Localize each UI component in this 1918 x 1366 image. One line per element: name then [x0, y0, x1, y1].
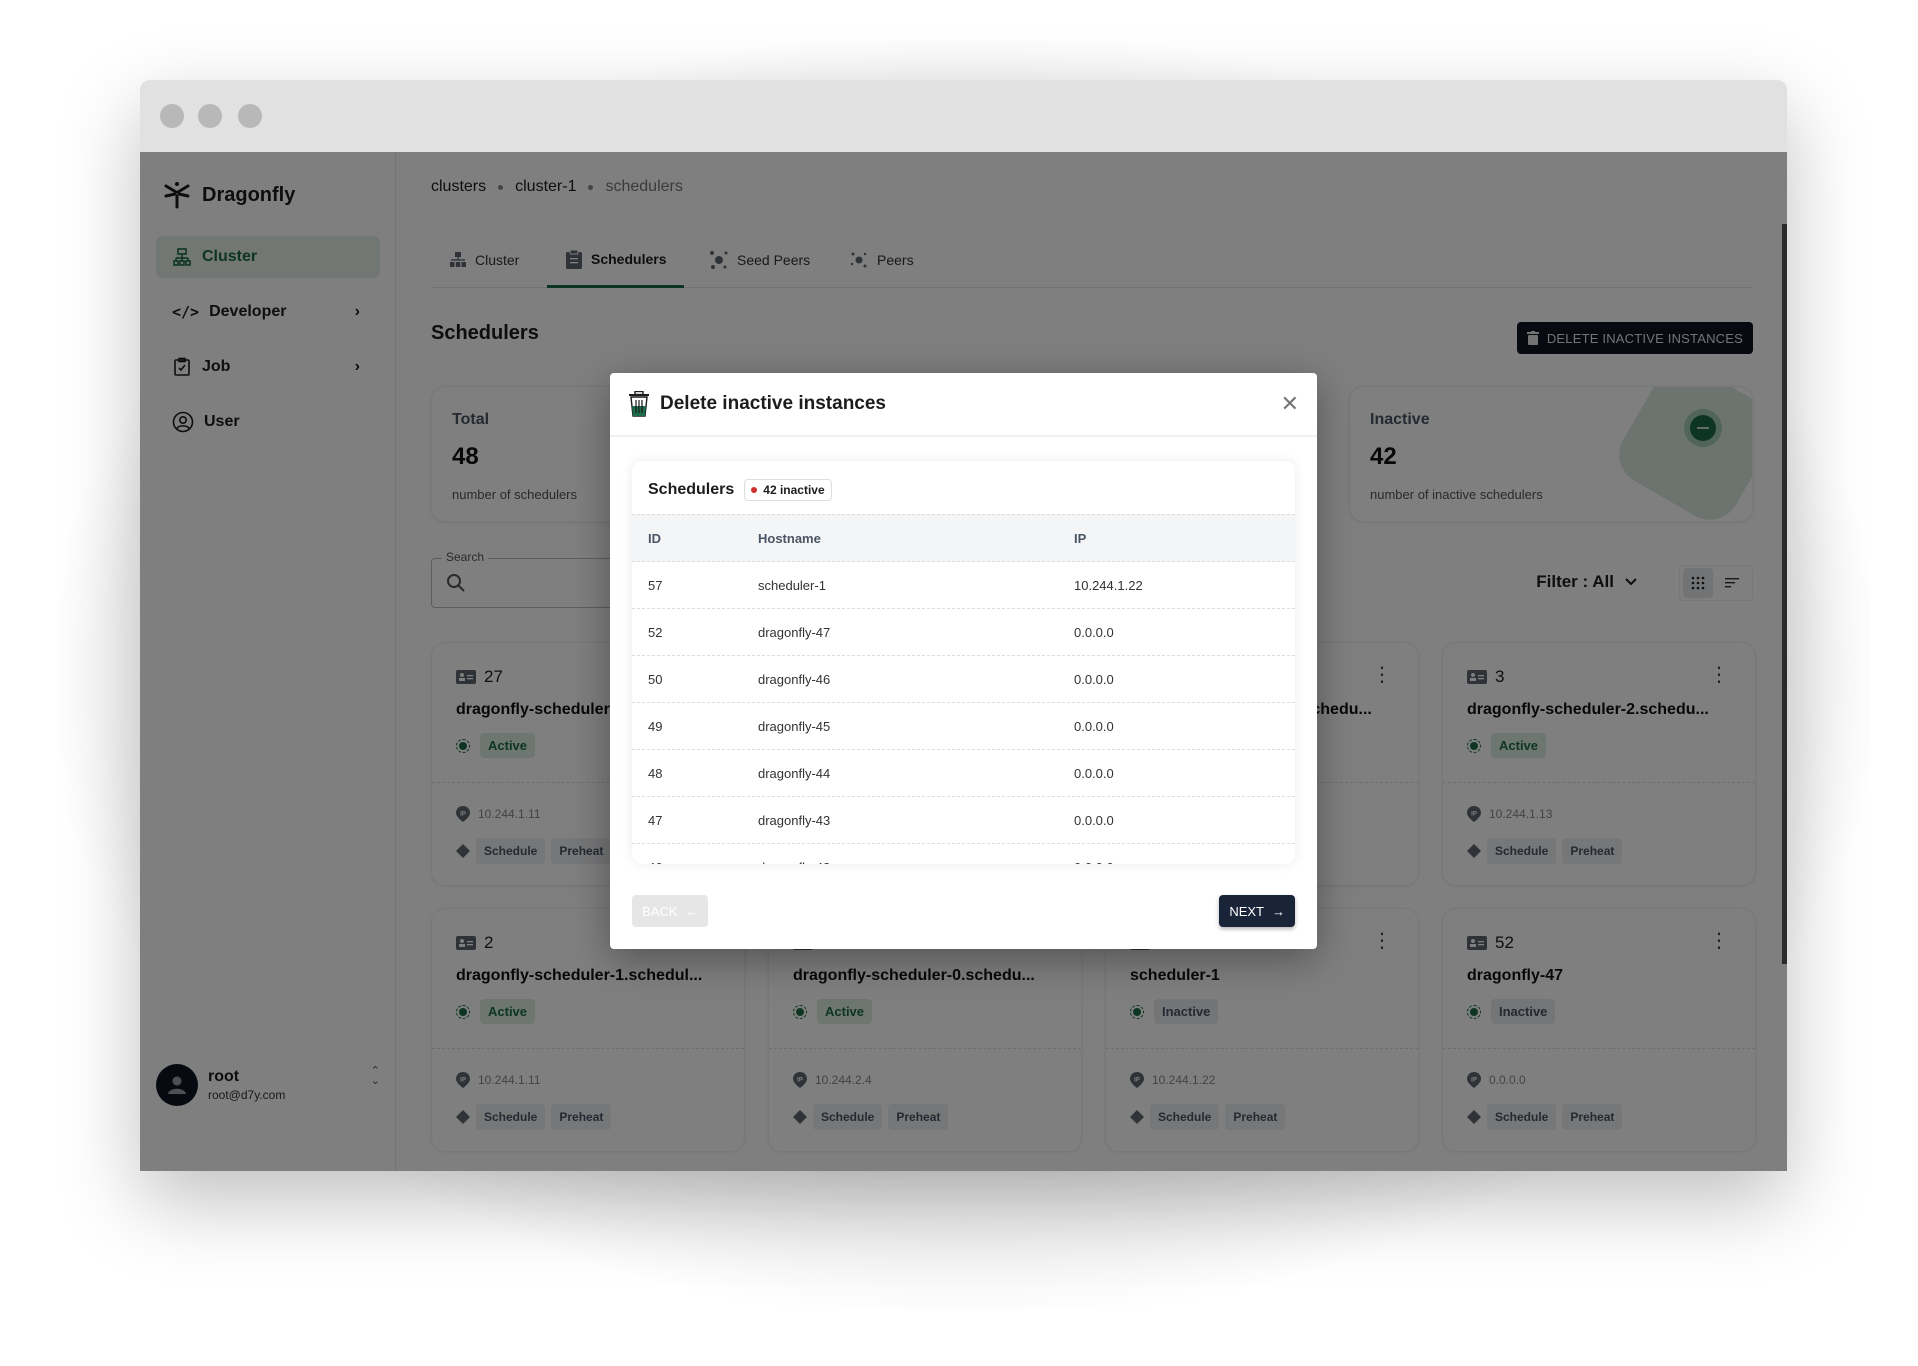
cell-ip: 0.0.0.0 — [1074, 671, 1114, 687]
cell-hostname: dragonfly-46 — [758, 671, 831, 687]
browser-window: Dragonfly Cluster </> Developer › Job › … — [140, 80, 1787, 1171]
cell-id: 49 — [648, 718, 663, 734]
window-minimize-button[interactable] — [198, 104, 222, 128]
table-row[interactable]: 46dragonfly-420.0.0.0 — [632, 844, 1295, 865]
cell-ip: 10.244.1.22 — [1074, 577, 1143, 593]
table-row[interactable]: 57 scheduler-1 10.244.1.22 — [632, 562, 1295, 609]
badge-label: 42 inactive — [763, 483, 825, 497]
back-button[interactable]: BACK ← — [632, 895, 709, 927]
cell-ip: 0.0.0.0 — [1074, 624, 1114, 640]
button-label: BACK — [642, 903, 678, 919]
window-maximize-button[interactable] — [238, 104, 262, 128]
cell-ip: 0.0.0.0 — [1074, 860, 1295, 865]
table-title: Schedulers — [648, 481, 735, 498]
cell-hostname: dragonfly-47 — [758, 624, 831, 640]
arrow-right-icon: → — [1272, 903, 1285, 919]
title-bar — [140, 80, 1787, 152]
delete-inactive-instances-dialog: Delete inactive instances ✕ Schedulers 4… — [610, 373, 1317, 949]
trash-icon — [629, 391, 649, 417]
dialog-title: Delete inactive instances — [660, 393, 886, 414]
table-row[interactable]: 50 dragonfly-46 0.0.0.0 — [632, 656, 1295, 703]
cell-ip: 0.0.0.0 — [1074, 765, 1114, 781]
cell-hostname: dragonfly-45 — [758, 718, 831, 734]
cell-id: 48 — [648, 765, 663, 781]
cell-id: 50 — [648, 671, 663, 687]
arrow-left-icon: ← — [685, 903, 699, 919]
inactive-count-badge: 42 inactive — [744, 479, 832, 501]
cell-id: 52 — [648, 624, 663, 640]
cell-id: 46 — [632, 860, 758, 865]
cell-hostname: scheduler-1 — [758, 577, 826, 593]
red-dot-icon — [751, 487, 758, 493]
cell-hostname: dragonfly-42 — [758, 860, 1074, 865]
column-header-hostname: Hostname — [758, 530, 821, 546]
table-row[interactable]: 47 dragonfly-43 0.0.0.0 — [632, 797, 1295, 844]
table-row[interactable]: 52 dragonfly-47 0.0.0.0 — [632, 609, 1295, 656]
cell-ip: 0.0.0.0 — [1074, 718, 1114, 734]
cell-hostname: dragonfly-43 — [758, 812, 831, 828]
table-header: ID Hostname IP — [632, 514, 1295, 562]
table-caption: Schedulers 42 inactive — [648, 479, 832, 501]
window-close-button[interactable] — [160, 104, 184, 128]
button-label: NEXT — [1229, 903, 1264, 919]
column-header-id: ID — [648, 530, 661, 546]
inactive-schedulers-table: Schedulers 42 inactive ID Hostname IP 57… — [632, 461, 1295, 864]
column-header-ip: IP — [1074, 530, 1087, 546]
cell-hostname: dragonfly-44 — [758, 765, 831, 781]
table-row[interactable]: 49 dragonfly-45 0.0.0.0 — [632, 703, 1295, 750]
table-body[interactable]: 57 scheduler-1 10.244.1.22 52 dragonfly-47 0.… — [632, 562, 1295, 864]
next-button[interactable]: NEXT → — [1219, 895, 1295, 927]
dialog-header: Delete inactive instances ✕ — [610, 373, 1317, 437]
cell-ip: 0.0.0.0 — [1074, 812, 1114, 828]
cell-id: 47 — [648, 812, 663, 828]
cell-id: 57 — [648, 577, 663, 593]
close-icon[interactable]: ✕ — [1281, 391, 1299, 417]
table-row[interactable]: 48 dragonfly-44 0.0.0.0 — [632, 750, 1295, 797]
